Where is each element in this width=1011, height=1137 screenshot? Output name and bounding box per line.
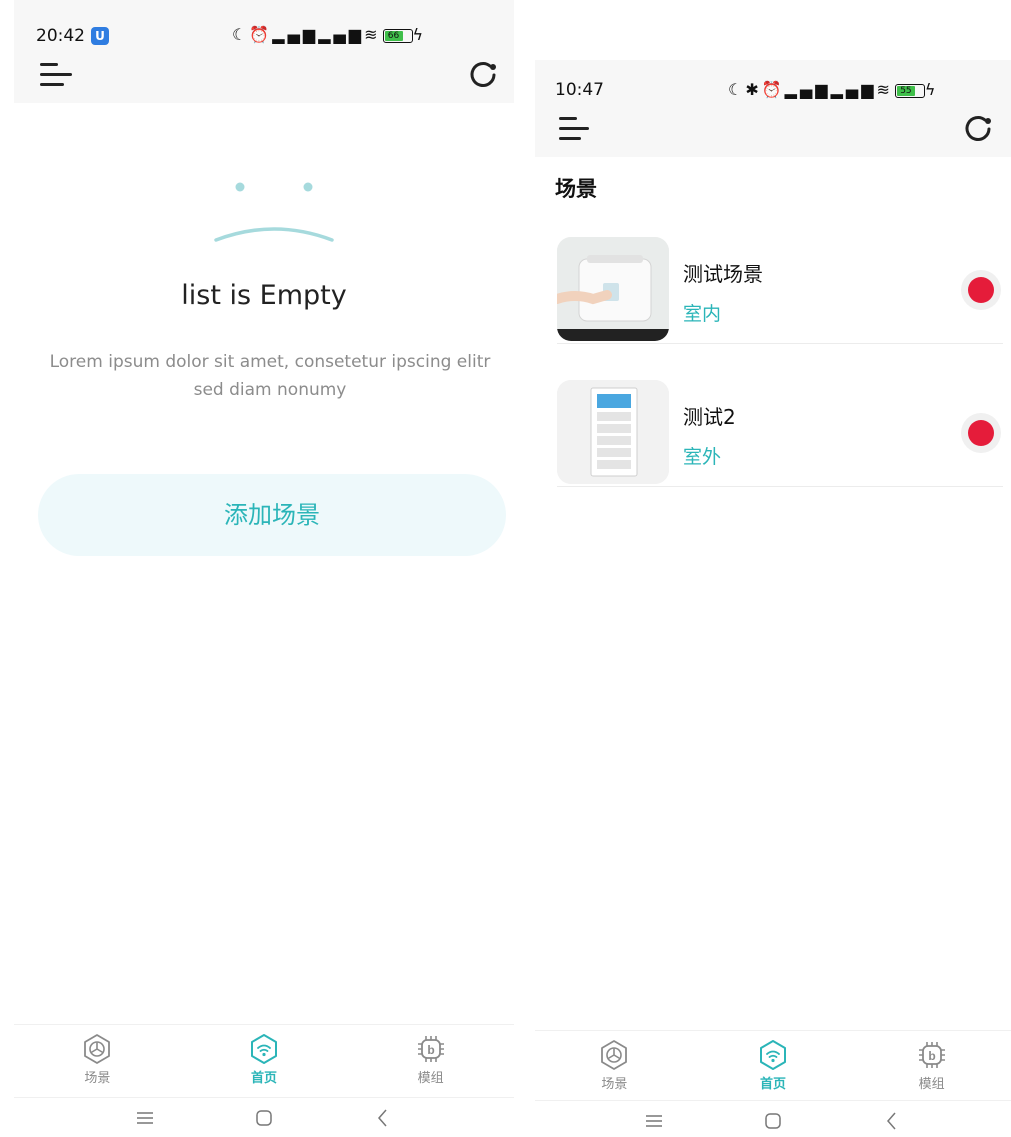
app-bar [535, 110, 1011, 157]
nav-module[interactable]: b 模组 [371, 1025, 491, 1096]
wifi-icon: ≋ [364, 25, 381, 44]
scene-name: 测试场景 [683, 262, 763, 286]
charging-icon: ϟ [412, 25, 427, 44]
signal-icon: ▂▄▆ [784, 80, 831, 99]
empty-description: Lorem ipsum dolor sit amet, consetetur i… [49, 352, 491, 400]
status-icons: ☾✱⏰▂▄▆▂▄▆≋ 55 ϟ [728, 80, 938, 99]
moon-icon: ☾ [232, 25, 250, 44]
refresh-icon[interactable] [468, 60, 498, 90]
notification-badge-icon: U [91, 27, 109, 45]
menu-icon[interactable] [40, 60, 74, 90]
recents-icon[interactable] [133, 1106, 157, 1130]
app-bar [14, 48, 514, 103]
alarm-icon: ⏰ [249, 25, 273, 44]
scene-thumbnail [557, 380, 669, 484]
nav-home-label: 首页 [250, 1071, 277, 1086]
status-time: 20:42 [36, 26, 85, 46]
home-wifi-icon [759, 1040, 786, 1070]
status-bar: 20:42 U ☾⏰▂▄▆▂▄▆≋ 66 ϟ [14, 0, 514, 48]
svg-text:b: b [928, 1049, 935, 1063]
scene-type: 室外 [683, 446, 722, 468]
scene-type: 室内 [683, 303, 722, 325]
nav-scene[interactable]: 场景 [554, 1031, 674, 1100]
signal-icon: ▂▄▆ [830, 80, 877, 99]
nav-module-label: 模组 [918, 1077, 945, 1092]
wifi-icon: ≋ [876, 80, 893, 99]
svg-text:b: b [427, 1043, 434, 1057]
phone-scene-list: 10:47 ☾✱⏰▂▄▆▂▄▆≋ 55 ϟ 场景 测试场景 室内 测试2 室外 … [535, 0, 1011, 1137]
empty-title: list is Empty [181, 280, 347, 311]
nav-scene-label: 场景 [84, 1071, 111, 1086]
moon-icon: ☾ [728, 80, 746, 99]
chip-icon: b [417, 1036, 444, 1062]
scene-thumbnail [557, 237, 669, 341]
nav-module[interactable]: b 模组 [872, 1031, 992, 1100]
home-wifi-icon [250, 1034, 277, 1064]
battery-icon: 66 [382, 28, 413, 43]
back-icon[interactable] [371, 1106, 395, 1130]
signal-icon: ▂▄▆ [318, 25, 365, 44]
nav-home[interactable]: 首页 [713, 1031, 833, 1100]
scene-list-item[interactable]: 测试2 室外 [557, 365, 1003, 487]
status-indicator[interactable] [961, 270, 1001, 310]
add-scene-button[interactable]: 添加场景 [38, 474, 506, 556]
status-indicator[interactable] [961, 413, 1001, 453]
scene-icon [84, 1034, 111, 1064]
status-icons: ☾⏰▂▄▆▂▄▆≋ 66 ϟ [232, 25, 426, 44]
bottom-nav: 场景 首页 b 模组 [535, 1030, 1011, 1100]
bottom-nav: 场景 首页 b 模组 [14, 1024, 514, 1096]
chip-icon: b [918, 1042, 945, 1068]
signal-icon: ▂▄▆ [272, 25, 319, 44]
system-nav-bar [14, 1097, 514, 1137]
scene-icon [601, 1040, 628, 1070]
recents-icon[interactable] [642, 1109, 666, 1133]
bluetooth-icon: ✱ [745, 80, 762, 99]
menu-icon[interactable] [559, 114, 593, 144]
nav-home-label: 首页 [759, 1077, 786, 1092]
back-icon[interactable] [880, 1109, 904, 1133]
nav-scene-label: 场景 [601, 1077, 628, 1092]
nav-home[interactable]: 首页 [204, 1025, 324, 1096]
home-button-icon[interactable] [761, 1109, 785, 1133]
status-bar: 10:47 ☾✱⏰▂▄▆▂▄▆≋ 55 ϟ [535, 60, 1011, 110]
scene-list-item[interactable]: 测试场景 室内 [557, 222, 1003, 344]
section-title: 场景 [555, 177, 597, 201]
nav-module-label: 模组 [417, 1071, 444, 1086]
system-nav-bar [535, 1100, 1011, 1137]
nav-scene[interactable]: 场景 [37, 1025, 157, 1096]
refresh-icon[interactable] [963, 114, 993, 144]
home-button-icon[interactable] [252, 1106, 276, 1130]
status-time: 10:47 [555, 80, 604, 100]
sad-face-icon [214, 182, 334, 242]
charging-icon: ϟ [924, 80, 939, 99]
battery-icon: 55 [894, 83, 925, 98]
phone-empty-state: 20:42 U ☾⏰▂▄▆▂▄▆≋ 66 ϟ list is Empty Lorem… [14, 0, 514, 1137]
scene-name: 测试2 [683, 405, 736, 429]
alarm-icon: ⏰ [761, 80, 785, 99]
